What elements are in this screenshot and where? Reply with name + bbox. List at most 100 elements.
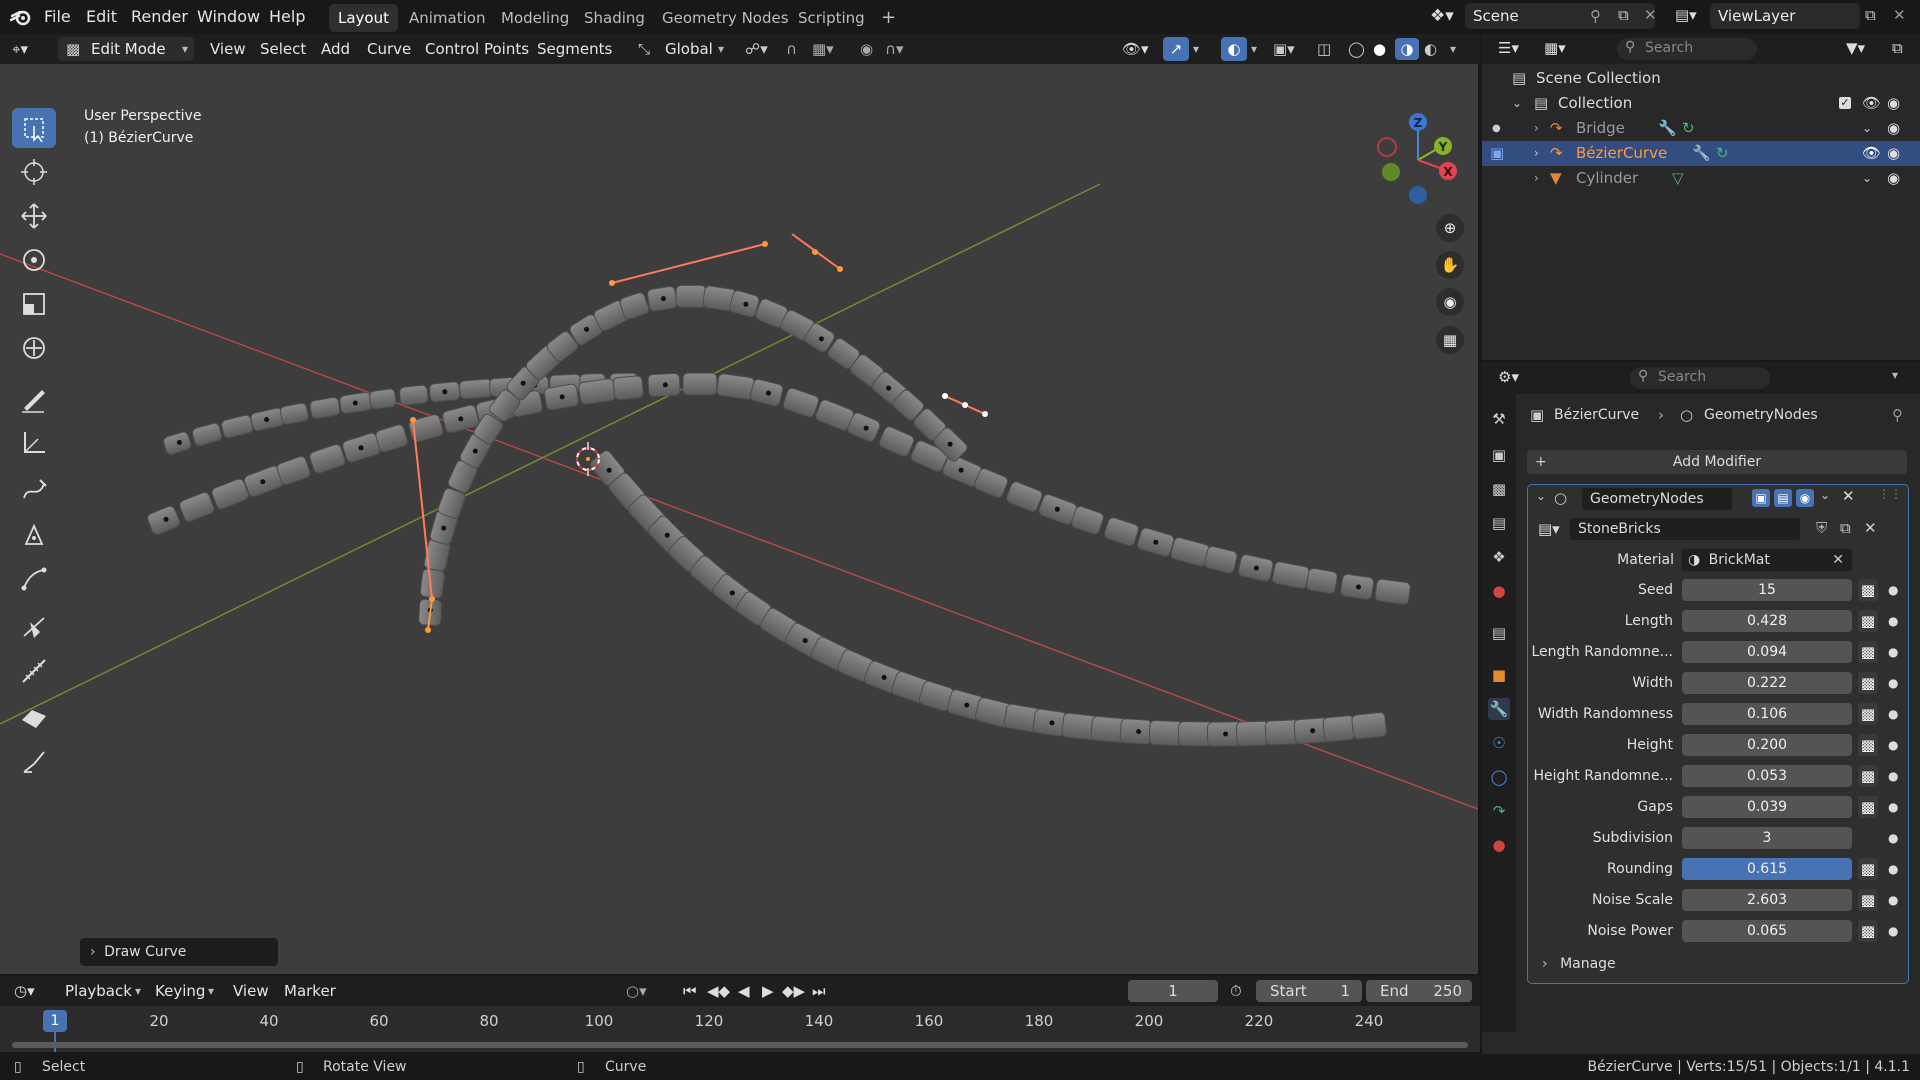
param-field-height-randomness[interactable]: 0.053: [1682, 765, 1852, 787]
rendered-shading-icon[interactable]: ◐: [1424, 34, 1437, 64]
view-layer-selector[interactable]: ViewLayer: [1710, 3, 1860, 29]
node-socket-icon[interactable]: ▩: [1858, 889, 1878, 911]
physics-tab-icon[interactable]: ◯: [1488, 766, 1510, 788]
viewport-toggle-icon[interactable]: ▤: [1774, 489, 1792, 507]
timeline-editor-type-icon[interactable]: ◷▾: [14, 976, 35, 1006]
scene-tab-icon[interactable]: ❖: [1488, 546, 1510, 568]
workspace-tab-modeling[interactable]: Modeling: [492, 4, 578, 32]
properties-search-input[interactable]: ⚲ Search: [1630, 367, 1770, 389]
clear-material-icon[interactable]: ✕: [1832, 549, 1844, 571]
modifier-tab-icon[interactable]: 🔧: [1488, 698, 1510, 720]
select-box-tool[interactable]: [12, 108, 56, 148]
visibility-icon[interactable]: 👁▾: [1122, 34, 1149, 64]
overlays-toggle-icon[interactable]: ◐: [1221, 37, 1247, 61]
menu-curve[interactable]: Curve: [367, 34, 411, 64]
keyframe-dot-icon[interactable]: ●: [1888, 610, 1898, 632]
timeline-menu-view[interactable]: View: [233, 976, 269, 1006]
hidden-eye-icon[interactable]: ⌄: [1862, 116, 1872, 141]
menu-file[interactable]: File: [38, 0, 77, 34]
visibility-eye-icon[interactable]: 👁: [1862, 141, 1881, 166]
navigation-gizmo[interactable]: Z Y X: [1377, 113, 1457, 204]
pen-tool[interactable]: [12, 514, 56, 554]
camera-view-icon[interactable]: ◉: [1436, 288, 1464, 316]
move-tool[interactable]: [12, 196, 56, 236]
menu-add[interactable]: Add: [321, 34, 350, 64]
workspace-tab-shading[interactable]: Shading: [575, 4, 654, 32]
node-socket-icon[interactable]: ▩: [1858, 672, 1878, 694]
unlink-icon[interactable]: ✕: [1864, 519, 1877, 537]
menu-control-points[interactable]: Control Points: [425, 34, 529, 64]
chevron-right-icon[interactable]: ›: [1534, 141, 1539, 166]
workspace-tab-layout[interactable]: Layout: [329, 4, 398, 32]
jump-start-icon[interactable]: ⏮: [683, 976, 697, 1006]
param-field-height[interactable]: 0.200: [1682, 734, 1852, 756]
menu-help[interactable]: Help: [263, 0, 311, 34]
chevron-right-icon[interactable]: ›: [1534, 116, 1539, 141]
delete-view-layer-icon[interactable]: ✕: [1893, 6, 1906, 24]
menu-edit[interactable]: Edit: [80, 0, 123, 34]
next-keyframe-icon[interactable]: ◆▶: [782, 976, 805, 1006]
visibility-eye-icon[interactable]: 👁: [1862, 91, 1881, 116]
chevron-down-icon[interactable]: ▾: [1251, 34, 1257, 64]
transform-orientation-selector[interactable]: Global: [665, 34, 713, 64]
param-field-rounding[interactable]: 0.615: [1682, 858, 1852, 880]
node-socket-icon[interactable]: ▩: [1858, 734, 1878, 756]
mode-selector[interactable]: ▩ Edit Mode ▾: [58, 37, 194, 61]
render-toggle-icon[interactable]: ◉: [1796, 489, 1814, 507]
outliner-row-collection[interactable]: ⌄ ▤ Collection ✓ 👁 ◉: [1482, 91, 1920, 116]
jump-end-icon[interactable]: ⏭: [812, 976, 826, 1006]
timeline-area[interactable]: 1 20 40 60 80 100 120 140 160 180 200 22…: [0, 1006, 1480, 1052]
keyframe-dot-icon[interactable]: ●: [1888, 920, 1898, 942]
output-tab-icon[interactable]: ▩: [1488, 478, 1510, 500]
play-reverse-icon[interactable]: ◀: [738, 976, 750, 1006]
snap-target-icon[interactable]: ▦▾: [812, 34, 834, 64]
delete-scene-icon[interactable]: ✕: [1644, 6, 1657, 24]
keyframe-dot-icon[interactable]: ●: [1888, 672, 1898, 694]
timeline-scrollbar[interactable]: [12, 1042, 1468, 1048]
properties-editor-type-icon[interactable]: ⚙▾: [1498, 368, 1519, 386]
keyframe-dot-icon[interactable]: ●: [1888, 641, 1898, 663]
param-field-seed[interactable]: 15: [1682, 579, 1852, 601]
stopwatch-icon[interactable]: ⏱: [1230, 976, 1242, 1006]
fake-user-shield-icon[interactable]: ⛨: [1816, 519, 1827, 537]
manage-subpanel[interactable]: › Manage: [1542, 952, 1616, 976]
chevron-down-icon[interactable]: ▾: [1193, 34, 1199, 64]
material-field[interactable]: ◑ BrickMat ✕: [1682, 549, 1852, 571]
last-operator-panel[interactable]: › Draw Curve: [80, 938, 278, 966]
display-mode-icon[interactable]: ▦▾: [1544, 39, 1566, 57]
param-field-noise-scale[interactable]: 2.603: [1682, 889, 1852, 911]
param-field-width-randomness[interactable]: 0.106: [1682, 703, 1852, 725]
menu-window[interactable]: Window: [191, 0, 266, 34]
world-tab-icon[interactable]: ●: [1488, 580, 1510, 602]
pan-hand-icon[interactable]: ✋: [1436, 251, 1464, 279]
node-socket-icon[interactable]: ▩: [1858, 796, 1878, 818]
view-layer-tab-icon[interactable]: ▤: [1488, 512, 1510, 534]
material-tab-icon[interactable]: ●: [1488, 834, 1510, 856]
tool-tab-icon[interactable]: ⚒: [1488, 408, 1510, 430]
zoom-icon[interactable]: ⊕: [1436, 214, 1464, 242]
menu-select[interactable]: Select: [260, 34, 306, 64]
transform-tool[interactable]: [12, 328, 56, 368]
keyframe-dot-icon[interactable]: ●: [1888, 765, 1898, 787]
view-layer-icon[interactable]: ▤▾: [1675, 6, 1697, 24]
render-camera-icon[interactable]: ◉: [1887, 91, 1900, 116]
current-frame-field[interactable]: 1: [1128, 980, 1218, 1002]
chevron-down-icon[interactable]: ▾: [1450, 34, 1456, 64]
new-collection-icon[interactable]: ⧉: [1892, 39, 1903, 57]
proportional-editing-icon[interactable]: ◉: [860, 34, 873, 64]
particles-tab-icon[interactable]: ☉: [1488, 732, 1510, 754]
param-field-subdivision[interactable]: 3: [1682, 827, 1852, 849]
editor-type-icon[interactable]: ⌖▾: [12, 34, 28, 64]
filter-icon[interactable]: ▼▾: [1846, 39, 1865, 57]
add-modifier-button[interactable]: + Add Modifier: [1527, 450, 1907, 474]
playhead-frame-indicator[interactable]: 1: [43, 1010, 67, 1032]
end-frame-field[interactable]: End 250: [1366, 980, 1472, 1002]
node-group-field[interactable]: StoneBricks: [1570, 518, 1800, 540]
timeline-menu-keying[interactable]: Keying: [155, 976, 205, 1006]
cursor-tool[interactable]: [12, 152, 56, 192]
workspace-tab-scripting[interactable]: Scripting: [789, 4, 874, 32]
material-preview-icon[interactable]: ◑: [1395, 38, 1419, 60]
rotate-tool[interactable]: [12, 240, 56, 280]
hidden-eye-icon[interactable]: ⌄: [1862, 166, 1872, 191]
pivot-point-icon[interactable]: ☍▾: [745, 34, 768, 64]
